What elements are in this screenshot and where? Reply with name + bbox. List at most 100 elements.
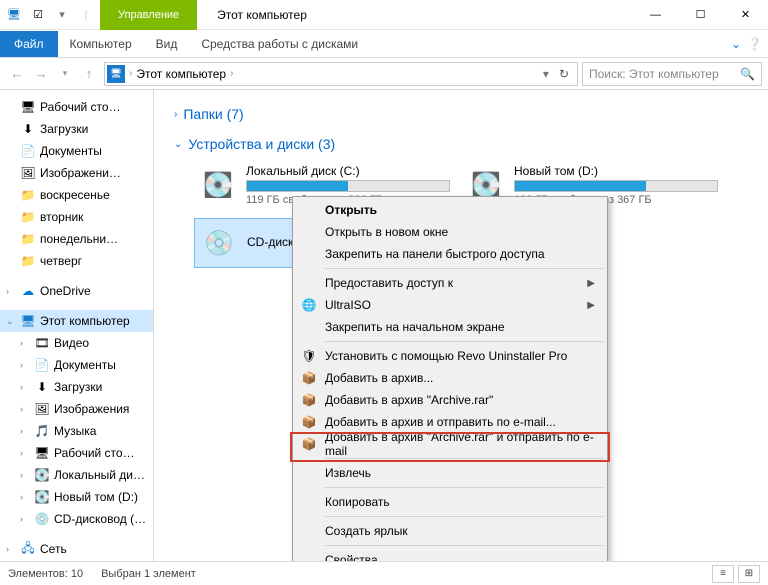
- context-menu-item[interactable]: Открыть: [295, 199, 605, 221]
- chevron-right-icon[interactable]: ›: [20, 360, 30, 370]
- sidebar-this-pc[interactable]: ⌄ 🖥 Этот компьютер: [0, 310, 153, 332]
- chevron-down-icon[interactable]: ⌄: [6, 316, 16, 327]
- breadcrumb-arrow-icon[interactable]: ›: [129, 68, 132, 79]
- pc-icon[interactable]: 🖥: [4, 5, 24, 25]
- context-menu-icon: 📦: [301, 436, 317, 452]
- back-button[interactable]: ←: [6, 63, 28, 85]
- chevron-right-icon[interactable]: ›: [20, 338, 30, 348]
- sidebar-pc-item[interactable]: ›🎞Видео: [0, 332, 153, 354]
- chevron-right-icon[interactable]: ›: [20, 426, 30, 436]
- sidebar-quick-item[interactable]: 📁воскресенье: [0, 184, 153, 206]
- context-menu-item[interactable]: Копировать: [295, 491, 605, 513]
- context-menu-icon: 📦: [301, 414, 317, 430]
- sidebar-pc-item[interactable]: ›💽Локальный ди…: [0, 464, 153, 486]
- context-menu-item[interactable]: Закрепить на панели быстрого доступа: [295, 243, 605, 265]
- chevron-right-icon[interactable]: ›: [20, 514, 30, 524]
- forward-button[interactable]: →: [30, 63, 52, 85]
- ribbon-tab-drive-tools[interactable]: Средства работы с дисками: [189, 31, 370, 57]
- submenu-arrow-icon: ▶: [587, 278, 595, 289]
- help-icon[interactable]: ❔: [747, 37, 762, 51]
- context-menu-label: Закрепить на панели быстрого доступа: [325, 247, 545, 261]
- sidebar-pc-item[interactable]: ›🖥Рабочий сто…: [0, 442, 153, 464]
- ribbon-expand-icon[interactable]: ⌄: [731, 37, 741, 51]
- qat-dropdown-icon[interactable]: ▾: [52, 5, 72, 25]
- group-devices[interactable]: ⌄ Устройства и диски (3): [166, 130, 768, 160]
- search-input[interactable]: Поиск: Этот компьютер 🔍: [582, 62, 762, 86]
- tiles-view-button[interactable]: ⊞: [738, 565, 760, 583]
- context-menu-item[interactable]: Открыть в новом окне: [295, 221, 605, 243]
- breadcrumb-root[interactable]: Этот компьютер: [136, 67, 226, 81]
- qat-properties-icon[interactable]: ☑: [28, 5, 48, 25]
- sidebar-quick-item[interactable]: 🖼Изображени…: [0, 162, 153, 184]
- context-menu-separator: [325, 487, 603, 488]
- sidebar-label: Рабочий сто…: [54, 446, 135, 460]
- context-menu-separator: [325, 545, 603, 546]
- breadcrumb-arrow-icon[interactable]: ›: [230, 68, 233, 79]
- chevron-right-icon[interactable]: ›: [20, 382, 30, 392]
- sidebar-quick-item[interactable]: 📁понедельни…: [0, 228, 153, 250]
- sidebar-quick-item[interactable]: 📁 вторник: [0, 206, 153, 228]
- context-menu-item[interactable]: Закрепить на начальном экране: [295, 316, 605, 338]
- sidebar-label: Документы: [54, 358, 116, 372]
- sidebar-label: четверг: [40, 254, 82, 268]
- item-icon: 💽: [34, 489, 50, 505]
- sidebar-network[interactable]: › 🖧 Сеть: [0, 538, 153, 560]
- ribbon-tab-view[interactable]: Вид: [144, 31, 190, 57]
- sidebar-quick-item[interactable]: 📄Документы: [0, 140, 153, 162]
- sidebar-pc-item[interactable]: ›⬇Загрузки: [0, 376, 153, 398]
- chevron-right-icon[interactable]: ›: [174, 109, 177, 120]
- drive-icon: 💿: [199, 223, 239, 263]
- chevron-right-icon[interactable]: ›: [20, 470, 30, 480]
- close-button[interactable]: ✕: [723, 0, 768, 29]
- window-controls: — ☐ ✕: [633, 0, 768, 29]
- address-pc-icon: 🖥: [107, 65, 125, 83]
- sidebar-pc-item[interactable]: ›📄Документы: [0, 354, 153, 376]
- context-menu-icon: 📦: [301, 370, 317, 386]
- sidebar-pc-item[interactable]: ›🖼Изображения: [0, 398, 153, 420]
- quick-access-toolbar: 🖥 ☑ ▾ |: [0, 5, 100, 25]
- contextual-tab-title: Управление: [100, 0, 197, 30]
- sidebar-onedrive[interactable]: › ☁ OneDrive: [0, 280, 153, 302]
- sidebar-pc-item[interactable]: ›💿CD-дисковод (…: [0, 508, 153, 530]
- context-menu-item[interactable]: 🛡Установить с помощью Revo Uninstaller P…: [295, 345, 605, 367]
- context-menu-label: Добавить в архив и отправить по e-mail..…: [325, 415, 556, 429]
- group-folders[interactable]: › Папки (7): [166, 100, 768, 130]
- context-menu-item[interactable]: Предоставить доступ к▶: [295, 272, 605, 294]
- recent-button[interactable]: ▾: [54, 63, 76, 85]
- ribbon-tab-computer[interactable]: Компьютер: [58, 31, 144, 57]
- chevron-right-icon[interactable]: ›: [6, 544, 16, 554]
- chevron-right-icon[interactable]: ›: [20, 492, 30, 502]
- group-label: Устройства и диски (3): [188, 136, 335, 152]
- minimize-button[interactable]: —: [633, 0, 678, 29]
- sidebar-label: Изображения: [54, 402, 129, 416]
- folder-icon: 📁: [20, 209, 36, 225]
- item-icon: 🎞: [34, 335, 50, 351]
- address-bar[interactable]: 🖥 › Этот компьютер › ▾ ↻: [104, 62, 578, 86]
- context-menu-item[interactable]: 📦Добавить в архив...: [295, 367, 605, 389]
- sidebar-pc-item[interactable]: ›🎵Музыка: [0, 420, 153, 442]
- navigation-pane[interactable]: 🖥Рабочий сто…⬇Загрузки📄Документы🖼Изображ…: [0, 90, 154, 568]
- sidebar-quick-item[interactable]: ⬇Загрузки: [0, 118, 153, 140]
- sidebar-pc-item[interactable]: ›💽Новый том (D:): [0, 486, 153, 508]
- chevron-right-icon[interactable]: ›: [20, 404, 30, 414]
- chevron-down-icon[interactable]: ⌄: [174, 139, 182, 150]
- up-button[interactable]: ↑: [78, 63, 100, 85]
- chevron-right-icon[interactable]: ›: [6, 286, 16, 296]
- folder-icon: 📁: [20, 231, 36, 247]
- context-menu-item[interactable]: Создать ярлык: [295, 520, 605, 542]
- sidebar-quick-item[interactable]: 📁 четверг: [0, 250, 153, 272]
- folder-icon: 📁: [20, 253, 36, 269]
- status-elements: Элементов: 10: [8, 568, 83, 580]
- context-menu-item[interactable]: 📦Добавить в архив "Archive.rar" и отправ…: [295, 433, 605, 455]
- sidebar-quick-item[interactable]: 🖥Рабочий сто…: [0, 96, 153, 118]
- details-view-button[interactable]: ≡: [712, 565, 734, 583]
- context-menu-item[interactable]: 🌐UltraISO▶: [295, 294, 605, 316]
- context-menu-item[interactable]: 📦Добавить в архив "Archive.rar": [295, 389, 605, 411]
- maximize-button[interactable]: ☐: [678, 0, 723, 29]
- chevron-right-icon[interactable]: ›: [20, 448, 30, 458]
- address-dropdown-icon[interactable]: ▾: [543, 67, 549, 81]
- context-menu-item[interactable]: Извлечь: [295, 462, 605, 484]
- refresh-icon[interactable]: ↻: [553, 67, 575, 81]
- sidebar-label: вторник: [40, 210, 83, 224]
- ribbon-file-tab[interactable]: Файл: [0, 31, 58, 57]
